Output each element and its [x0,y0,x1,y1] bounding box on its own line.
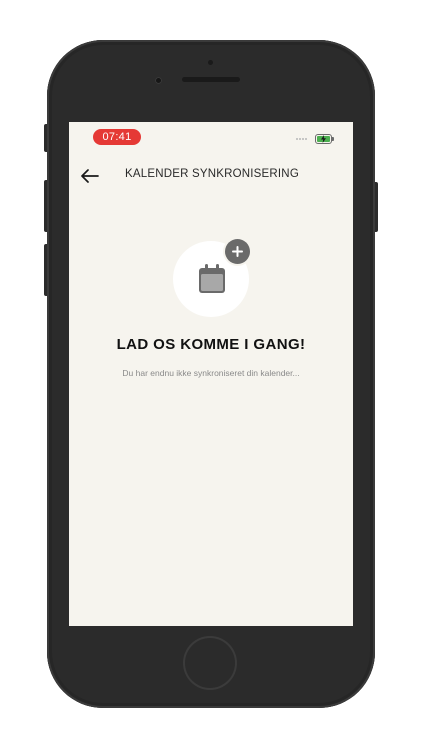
home-button[interactable] [185,638,235,688]
signal-icon [296,138,310,140]
battery-tip [332,137,334,141]
app-screen: 07:41 KALENDER SYNKRONISERING LAD OS KOM… [69,122,353,626]
page-title: KALENDER SYNKRONISERING [125,168,299,180]
earpiece-speaker [182,77,240,82]
battery-charging-icon [315,134,332,144]
add-calendar-button[interactable] [225,239,250,264]
status-time: 07:41 [93,129,141,145]
back-button[interactable] [79,166,101,186]
front-camera [155,77,162,84]
calendar-icon [199,264,225,293]
empty-state-headline: LAD OS KOMME I GANG! [116,336,306,353]
arrow-left-icon [81,169,99,183]
empty-state-message: Du har endnu ikke synkroniseret din kale… [122,368,300,378]
proximity-sensor [208,60,213,65]
plus-icon [232,246,243,257]
